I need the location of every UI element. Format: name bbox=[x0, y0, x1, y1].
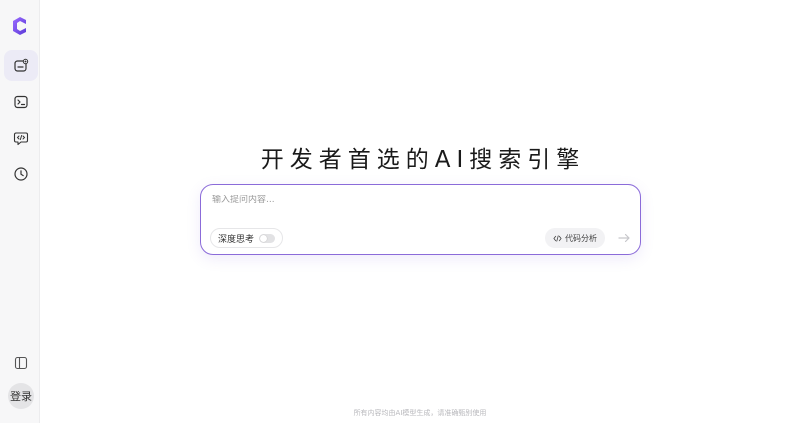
sidebar-item-history[interactable] bbox=[4, 158, 38, 189]
prompt-composer: 深度思考 代码分析 bbox=[200, 184, 641, 255]
disclaimer-text: 所有内容均由AI模型生成，请准确甄别使用 bbox=[353, 409, 487, 417]
code-brackets-icon bbox=[553, 234, 562, 242]
new-chat-icon bbox=[14, 58, 29, 72]
arrow-right-icon bbox=[617, 233, 630, 243]
code-chat-icon bbox=[13, 131, 29, 145]
login-button[interactable]: 登录 bbox=[8, 383, 34, 409]
prompt-input[interactable] bbox=[212, 195, 622, 205]
deep-think-label: 深度思考 bbox=[218, 234, 255, 245]
sidebar-toggle-button[interactable] bbox=[4, 347, 38, 378]
sidebar-toggle-icon bbox=[14, 356, 28, 369]
deep-think-toggle[interactable]: 深度思考 bbox=[210, 228, 284, 248]
terminal-icon bbox=[14, 95, 28, 108]
toggle-knob bbox=[260, 234, 268, 242]
main-area: 开发者首选的AI搜索引擎 深度思考 代码分析 所有内容均由 bbox=[40, 0, 800, 423]
app-root: 登录 开发者首选的AI搜索引擎 深度思考 代码分析 bbox=[0, 0, 800, 423]
page-title: 开发者首选的AI搜索引擎 bbox=[260, 147, 586, 173]
toggle-switch[interactable] bbox=[259, 233, 276, 243]
sidebar-item-code-chat[interactable] bbox=[4, 122, 38, 153]
code-analysis-button[interactable]: 代码分析 bbox=[545, 228, 605, 248]
sidebar-item-terminal[interactable] bbox=[4, 86, 38, 117]
sidebar-item-new-chat[interactable] bbox=[4, 50, 38, 81]
brand-logo-icon[interactable] bbox=[10, 15, 30, 37]
clock-icon bbox=[14, 166, 28, 181]
sidebar: 登录 bbox=[0, 0, 40, 423]
code-analysis-label: 代码分析 bbox=[565, 233, 597, 243]
send-button[interactable] bbox=[615, 230, 633, 246]
